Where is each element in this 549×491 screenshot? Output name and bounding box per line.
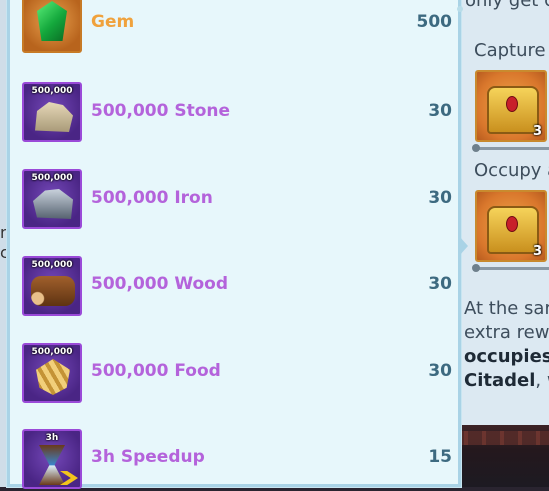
reward-row-food[interactable]: 500,000 500,000 Food 30: [10, 343, 458, 405]
reward-label: 3h Speedup: [91, 447, 205, 467]
popup-pointer-arrow: [459, 236, 468, 256]
capture-chest-reward[interactable]: 3: [475, 70, 547, 142]
info-text-line: At the sar: [464, 298, 549, 319]
info-text-line: Citadel, w: [464, 370, 549, 391]
reward-quantity: 15: [428, 447, 452, 467]
reward-quantity: 30: [428, 101, 452, 121]
gem-icon: [22, 0, 82, 53]
speedup-icon: 3h: [22, 429, 82, 489]
wood-icon: 500,000: [22, 256, 82, 316]
reward-row-stone[interactable]: 500,000 500,000 Stone 30: [10, 82, 458, 144]
occupy-label: Occupy a: [474, 160, 549, 181]
chest-count: 3: [532, 244, 542, 259]
chest-jewel: [506, 216, 518, 232]
reward-label: 500,000 Wood: [91, 274, 229, 294]
occupy-progress-slider: [472, 264, 549, 272]
info-text-rest: , w: [535, 370, 549, 391]
icon-amount: 3h: [45, 433, 59, 443]
icon-amount: 500,000: [31, 260, 73, 270]
reward-label: 500,000 Food: [91, 361, 221, 381]
chest-count: 3: [532, 124, 542, 139]
reward-list-popup[interactable]: Gem 500 500,000 500,000 Stone 30 500,000…: [7, 0, 461, 489]
citadel-text: Citadel: [464, 370, 536, 391]
reward-label: 500,000 Iron: [91, 188, 213, 208]
reward-quantity: 30: [428, 361, 452, 381]
reward-row-wood[interactable]: 500,000 500,000 Wood 30: [10, 256, 458, 318]
icon-amount: 500,000: [31, 173, 73, 183]
info-text-line: extra rewa: [464, 322, 549, 343]
info-text-top: only get c: [465, 0, 549, 11]
popup-corner-ornament: [457, 6, 463, 12]
reward-row-speedup[interactable]: 3h 3h Speedup 15: [10, 429, 458, 491]
icon-amount: 500,000: [31, 86, 73, 96]
reward-row-gem[interactable]: Gem 500: [10, 0, 458, 55]
food-icon: 500,000: [22, 343, 82, 403]
info-text-line-bold: occupies: [464, 346, 549, 367]
capture-label: Capture: [474, 40, 546, 61]
occupy-chest-reward[interactable]: 3: [475, 190, 547, 262]
reward-row-iron[interactable]: 500,000 500,000 Iron 30: [10, 169, 458, 231]
reward-quantity: 30: [428, 274, 452, 294]
reward-quantity: 30: [428, 188, 452, 208]
icon-amount: 500,000: [31, 347, 73, 357]
iron-icon: 500,000: [22, 169, 82, 229]
reward-label: Gem: [91, 12, 135, 32]
chest-jewel: [506, 96, 518, 112]
reward-quantity: 500: [416, 12, 453, 32]
capture-progress-slider: [472, 144, 549, 152]
reward-label: 500,000 Stone: [91, 101, 231, 121]
stone-icon: 500,000: [22, 82, 82, 142]
